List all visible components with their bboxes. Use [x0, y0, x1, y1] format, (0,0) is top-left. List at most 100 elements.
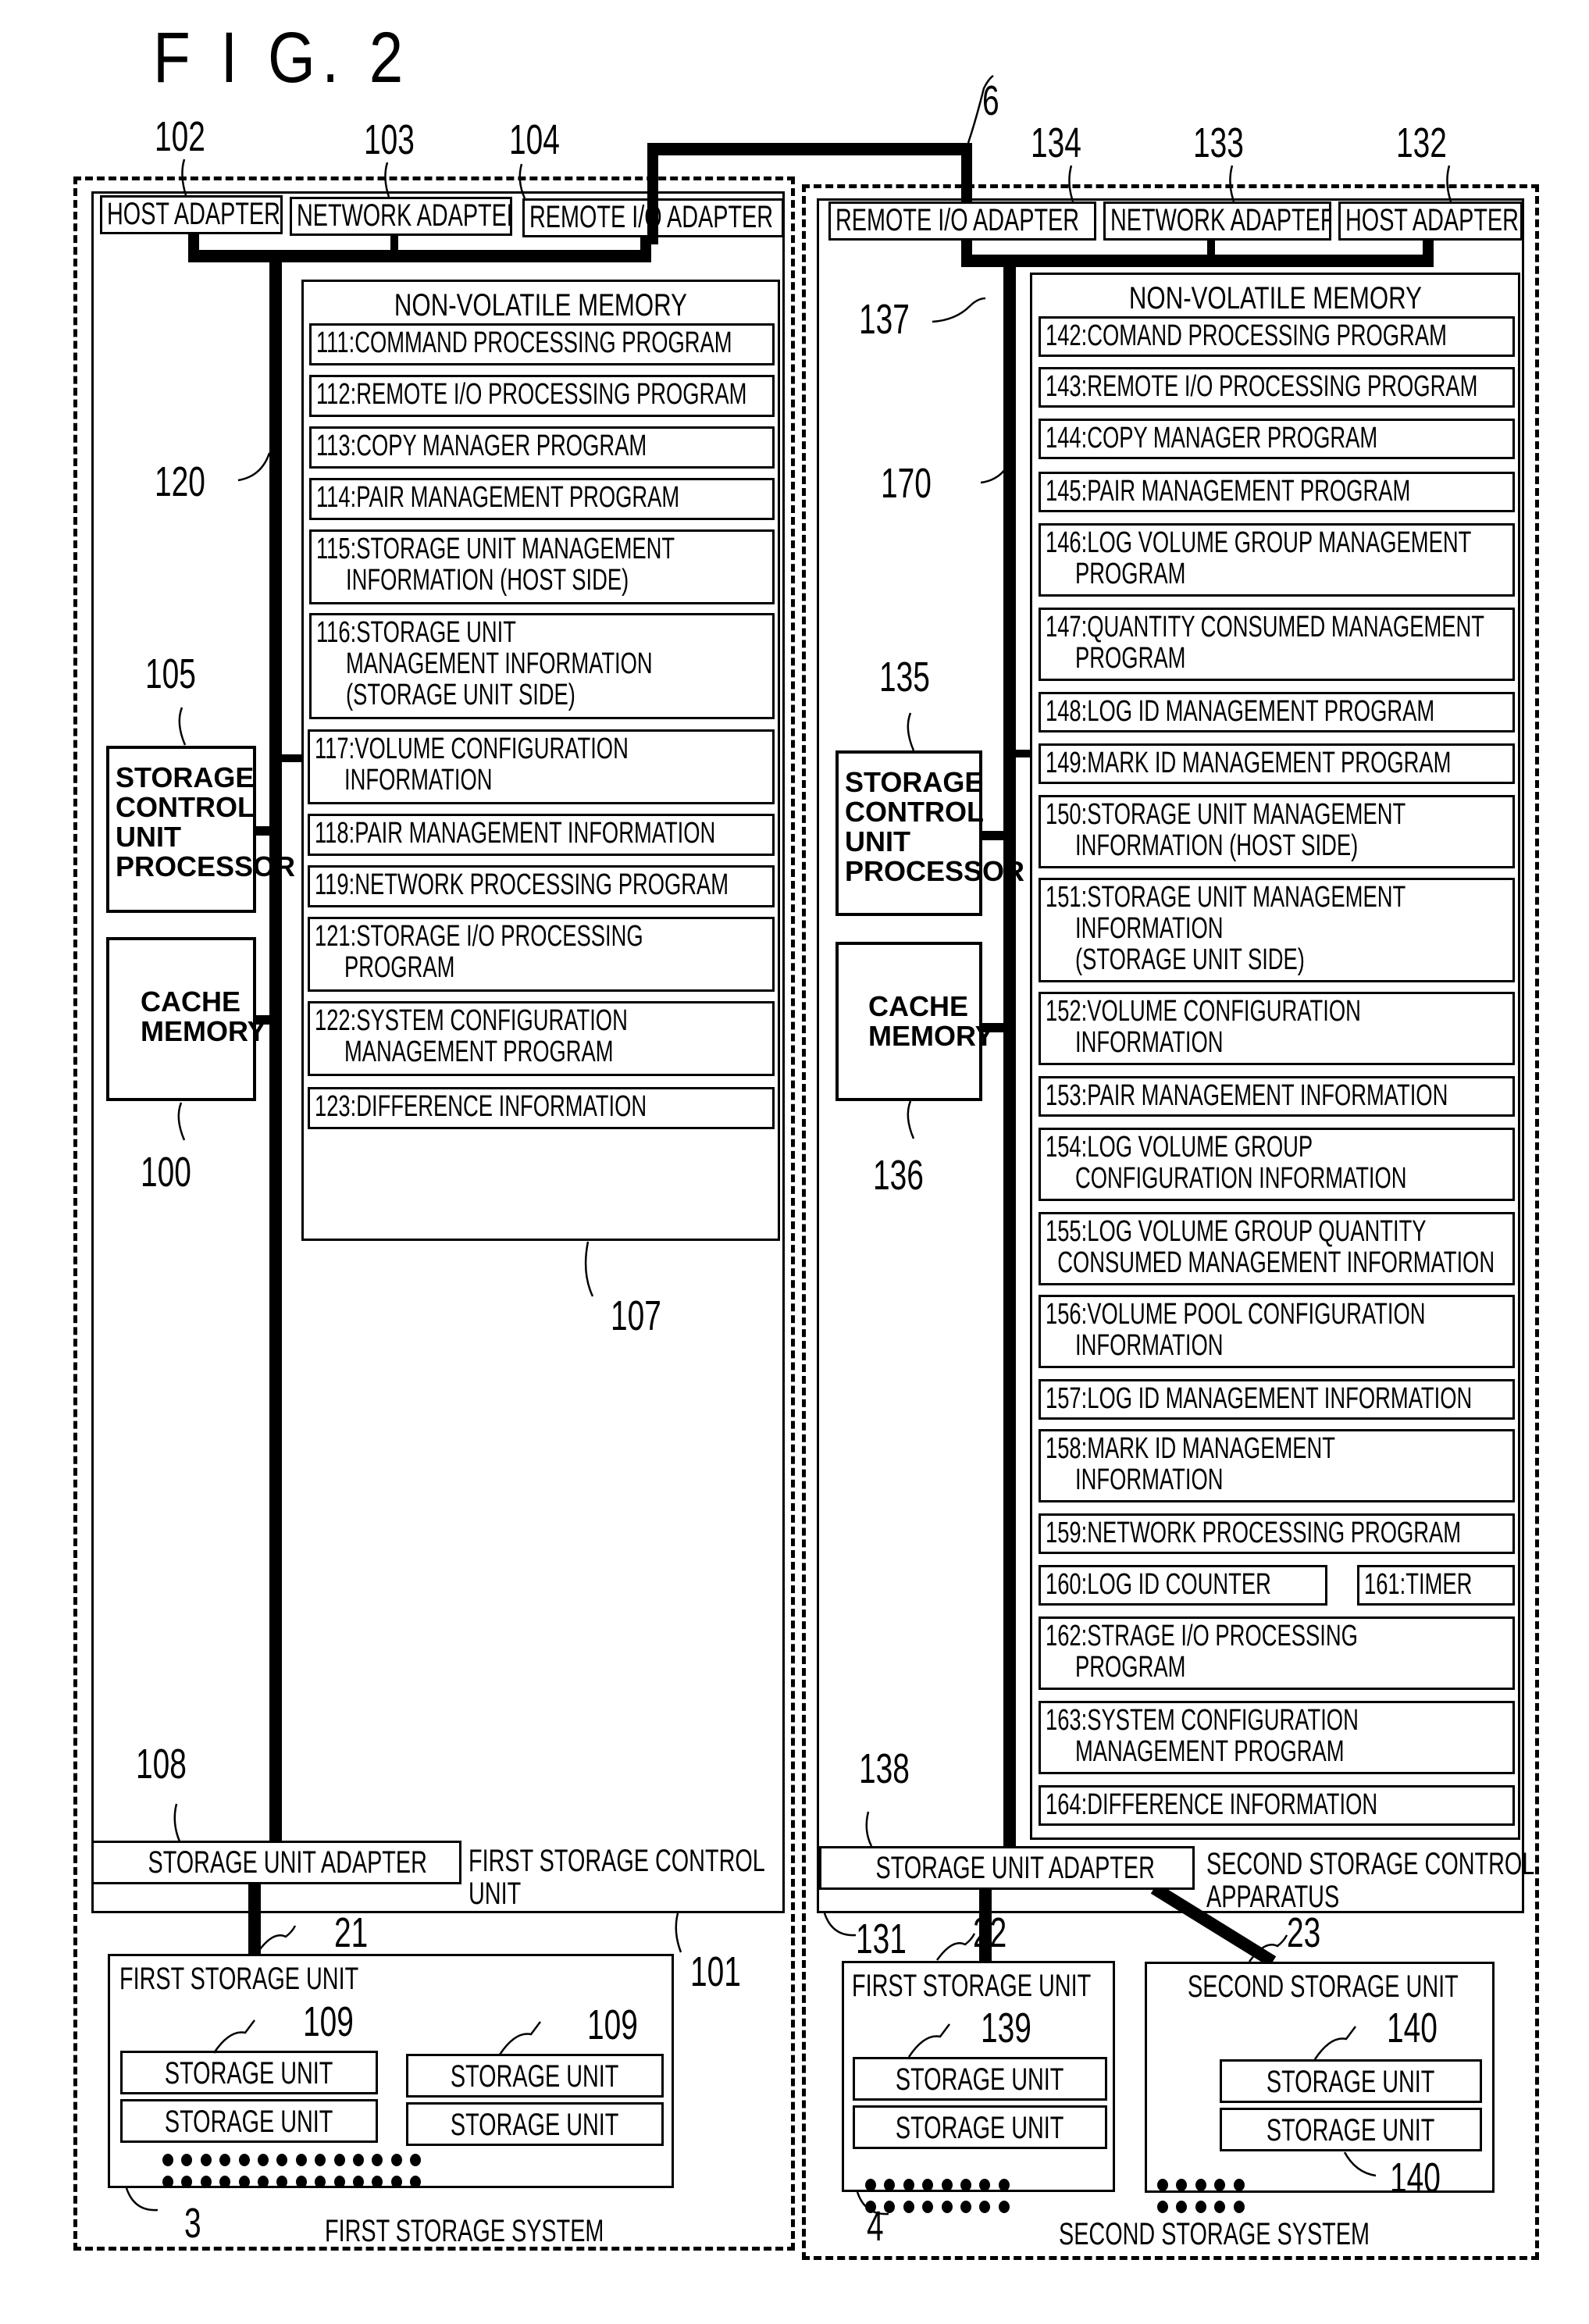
nvm-item: 114:PAIR MANAGEMENT PROGRAM	[309, 478, 775, 520]
storage-unit: STORAGE UNIT	[120, 2099, 378, 2143]
nvm-item: 156:VOLUME POOL CONFIGURATION INFORMATIO…	[1039, 1295, 1515, 1368]
storage-unit: STORAGE UNIT	[406, 2054, 664, 2098]
ref-134: 134	[1031, 119, 1081, 166]
nvm-item: 149:MARK ID MANAGEMENT PROGRAM	[1039, 743, 1515, 784]
ref-133: 133	[1193, 119, 1244, 166]
ref-3: 3	[184, 2200, 201, 2247]
ref-138: 138	[859, 1745, 910, 1792]
nvm-item: 148:LOG ID MANAGEMENT PROGRAM	[1039, 692, 1515, 732]
nvm-item: 163:SYSTEM CONFIGURATION MANAGEMENT PROG…	[1039, 1701, 1515, 1774]
ellipsis-dots	[162, 2154, 429, 2188]
nvm-item-timer: 161:TIMER	[1357, 1565, 1515, 1606]
nvm-item: 117:VOLUME CONFIGURATION INFORMATION	[308, 729, 775, 804]
ref-105: 105	[145, 651, 196, 697]
nvm-item: 154:LOG VOLUME GROUP CONFIGURATION INFOR…	[1039, 1128, 1515, 1201]
nvm-item: 122:SYSTEM CONFIGURATION MANAGEMENT PROG…	[308, 1001, 775, 1076]
ref-107: 107	[611, 1292, 661, 1339]
storage-unit: STORAGE UNIT	[1220, 2059, 1482, 2103]
bus-link-storage-unit	[248, 1882, 261, 1955]
nvm-item: 112:REMOTE I/O PROCESSING PROGRAM	[309, 375, 775, 417]
figure-title: F I G. 2	[153, 18, 410, 98]
nvm-item: 153:PAIR MANAGEMENT INFORMATION	[1039, 1076, 1515, 1117]
nvm-item: 150:STORAGE UNIT MANAGEMENT INFORMATION …	[1039, 795, 1515, 868]
ref-140: 140	[1390, 2155, 1441, 2201]
ref-103: 103	[364, 116, 415, 163]
nvm-item: 113:COPY MANAGER PROGRAM	[309, 426, 775, 469]
second-storage-unit-label: SECOND STORAGE UNIT	[1188, 1969, 1459, 2004]
ref-140: 140	[1387, 2005, 1438, 2051]
ref-23: 23	[1287, 1909, 1321, 1956]
ref-132: 132	[1396, 119, 1447, 166]
storage-unit: STORAGE UNIT	[853, 2057, 1107, 2101]
nvm-item: 146:LOG VOLUME GROUP MANAGEMENT PROGRAM	[1039, 523, 1515, 597]
ref-6: 6	[982, 77, 999, 124]
second-storage-system-label: SECOND STORAGE SYSTEM	[1059, 2217, 1370, 2251]
ref-22: 22	[973, 1909, 1007, 1956]
nvm-item: 143:REMOTE I/O PROCESSING PROGRAM	[1039, 367, 1515, 408]
internal-bus-120	[269, 250, 282, 1843]
internal-bus-120	[188, 250, 651, 262]
bus-link-nvm	[280, 754, 303, 762]
nvm-item: 164:DIFFERENCE INFORMATION	[1039, 1785, 1515, 1826]
storage-unit: STORAGE UNIT	[120, 2051, 378, 2094]
ref-100: 100	[141, 1149, 191, 1196]
remote-link-6	[647, 143, 972, 155]
ref-108: 108	[136, 1741, 187, 1788]
ref-102: 102	[155, 113, 205, 160]
first-storage-unit-label: FIRST STORAGE UNIT	[852, 1969, 1092, 2003]
ref-131: 131	[856, 1916, 907, 1962]
host-adapter: HOST ADAPTER	[1338, 201, 1523, 241]
storage-unit: STORAGE UNIT	[853, 2105, 1107, 2149]
first-storage-unit-label: FIRST STORAGE UNIT	[119, 1962, 359, 1996]
nvm-title: NON-VOLATILE MEMORY	[394, 288, 688, 323]
storage-control-unit-processor: STORAGE CONTROL UNIT PROCESSOR	[106, 746, 295, 913]
nvm-item: 151:STORAGE UNIT MANAGEMENT INFORMATION …	[1039, 878, 1515, 982]
ref-4: 4	[867, 2203, 884, 2250]
nvm-item: 162:STRAGE I/O PROCESSING PROGRAM	[1039, 1616, 1515, 1690]
internal-bus-170	[961, 255, 1434, 267]
ref-137: 137	[859, 296, 910, 343]
ref-104: 104	[509, 116, 560, 163]
nvm-item: 147:QUANTITY CONSUMED MANAGEMENT PROGRAM	[1039, 608, 1515, 681]
ref-109: 109	[587, 2001, 638, 2048]
storage-unit-adapter: STORAGE UNIT ADAPTER	[91, 1841, 461, 1884]
ref-136: 136	[873, 1152, 924, 1199]
nvm-item: 158:MARK ID MANAGEMENT INFORMATION	[1039, 1429, 1515, 1502]
nvm-item: 144:COPY MANAGER PROGRAM	[1039, 419, 1515, 459]
ref-170: 170	[881, 460, 932, 507]
network-adapter: NETWORK ADAPTER	[290, 197, 512, 236]
host-adapter: HOST ADAPTER	[100, 195, 283, 234]
remote-io-adapter: REMOTE I/O ADAPTER	[828, 201, 1096, 241]
nvm-item: 123:DIFFERENCE INFORMATION	[308, 1087, 775, 1129]
ref-21: 21	[334, 1909, 369, 1956]
storage-control-unit-processor: STORAGE CONTROL UNIT PROCESSOR	[835, 750, 1024, 916]
storage-unit-adapter: STORAGE UNIT ADAPTER	[819, 1846, 1195, 1890]
first-storage-system-label: FIRST STORAGE SYSTEM	[325, 2214, 604, 2248]
cache-memory: CACHE MEMORY	[106, 937, 266, 1101]
nvm-item: 121:STORAGE I/O PROCESSING PROGRAM	[308, 917, 775, 992]
nvm-item: 115:STORAGE UNIT MANAGEMENT INFORMATION …	[309, 529, 775, 604]
ref-135: 135	[879, 654, 930, 700]
ref-109: 109	[303, 1998, 354, 2045]
cache-memory: CACHE MEMORY	[835, 942, 994, 1101]
nvm-item: 119:NETWORK PROCESSING PROGRAM	[308, 865, 775, 907]
nvm-item: 145:PAIR MANAGEMENT PROGRAM	[1039, 472, 1515, 512]
storage-unit: STORAGE UNIT	[406, 2102, 664, 2146]
nvm-item: 118:PAIR MANAGEMENT INFORMATION	[308, 814, 775, 856]
ellipsis-dots	[1157, 2179, 1252, 2213]
nvm-item: 116:STORAGE UNIT MANAGEMENT INFORMATION …	[309, 613, 775, 719]
nvm-item: 142:COMAND PROCESSING PROGRAM	[1039, 316, 1515, 357]
nvm-item: 155:LOG VOLUME GROUP QUANTITY CONSUMED M…	[1039, 1212, 1515, 1285]
nvm-item: 157:LOG ID MANAGEMENT INFORMATION	[1039, 1379, 1515, 1420]
nvm-item: 159:NETWORK PROCESSING PROGRAM	[1039, 1513, 1515, 1554]
remote-link-6	[647, 143, 658, 244]
nvm-item-log-id-counter: 160:LOG ID COUNTER	[1039, 1565, 1327, 1606]
nvm-item: 111:COMMAND PROCESSING PROGRAM	[309, 323, 775, 365]
second-storage-control-apparatus-label: SECOND STORAGE CONTROL APPARATUS	[1206, 1847, 1535, 1914]
internal-bus-170	[1003, 255, 1016, 1848]
nvm-item: 152:VOLUME CONFIGURATION INFORMATION	[1039, 992, 1515, 1065]
ref-101: 101	[690, 1948, 741, 1995]
network-adapter: NETWORK ADAPTER	[1103, 201, 1331, 241]
ref-139: 139	[981, 2005, 1031, 2051]
ref-120: 120	[155, 458, 205, 505]
